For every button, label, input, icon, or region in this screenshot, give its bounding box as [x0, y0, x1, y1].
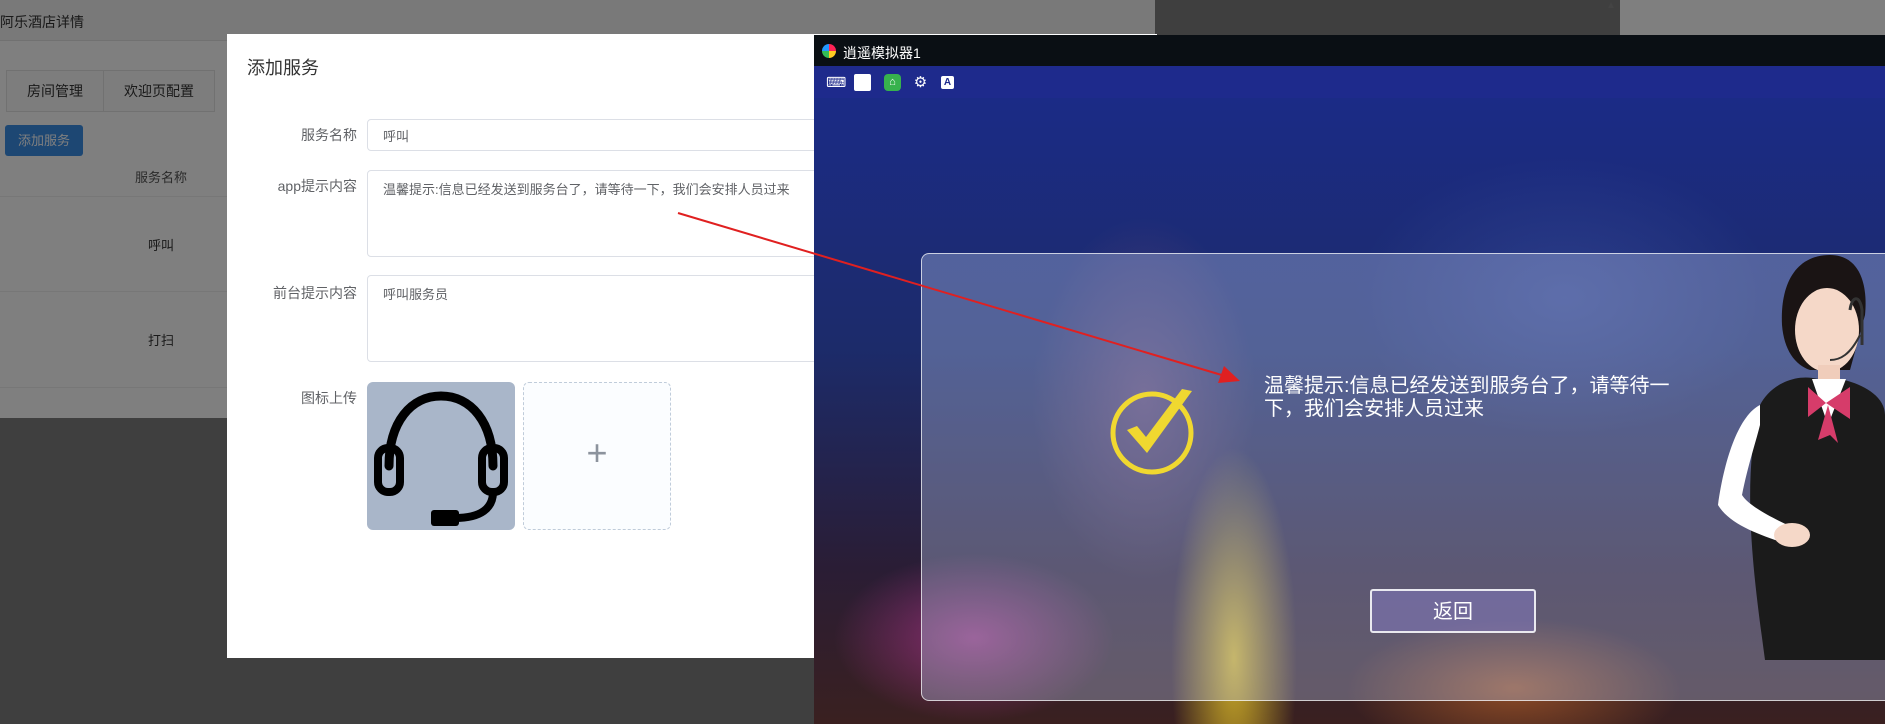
emulator-titlebar: 逍遥模拟器1: [814, 35, 1885, 66]
plus-icon: +: [586, 432, 608, 473]
emulator-logo-icon: [822, 44, 836, 58]
checkmark-icon: [1110, 389, 1194, 475]
settings-icon[interactable]: ⚙: [912, 74, 929, 91]
headset-icon: [374, 391, 508, 526]
service-name-label: 服务名称: [301, 127, 357, 143]
dialog-title: 添加服务: [247, 58, 319, 78]
emulator-toolbar: ⌨ ⌂ ⚙ A: [814, 66, 1885, 98]
text-input-icon[interactable]: A: [941, 76, 954, 89]
app-store-icon[interactable]: ⌂: [884, 74, 901, 91]
receptionist-image: [1718, 255, 1885, 660]
window-icon[interactable]: [854, 74, 871, 91]
uploaded-icon-preview[interactable]: [367, 382, 515, 530]
keyboard-icon[interactable]: ⌨: [826, 74, 846, 91]
app-tip-label: app提示内容: [277, 178, 357, 194]
emulator-title: 逍遥模拟器1: [843, 45, 921, 61]
upload-add-button[interactable]: +: [523, 382, 671, 530]
icon-upload-label: 图标上传: [301, 390, 357, 406]
return-button[interactable]: 返回: [1370, 589, 1536, 633]
notification-message: 温馨提示:信息已经发送到服务台了，请等待一下，我们会安排人员过来: [1264, 375, 1670, 420]
front-tip-label: 前台提示内容: [273, 285, 357, 301]
